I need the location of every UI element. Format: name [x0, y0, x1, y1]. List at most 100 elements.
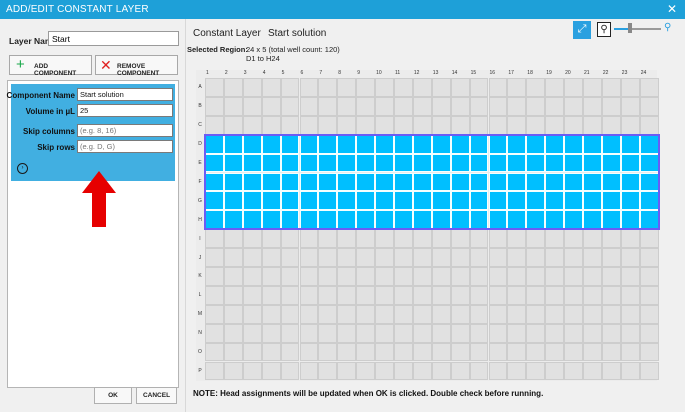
well-C23[interactable]	[620, 115, 640, 135]
well-P9[interactable]	[356, 361, 376, 381]
well-B4[interactable]	[261, 96, 281, 116]
well-I1[interactable]	[205, 229, 224, 249]
well-A14[interactable]	[450, 78, 470, 97]
well-P2[interactable]	[223, 361, 243, 381]
well-H17[interactable]	[507, 210, 527, 230]
well-I10[interactable]	[375, 229, 394, 249]
well-E14[interactable]	[450, 153, 470, 173]
well-B16[interactable]	[488, 96, 508, 116]
well-D17[interactable]	[507, 134, 527, 154]
well-A20[interactable]	[564, 78, 583, 97]
well-N24[interactable]	[639, 323, 659, 343]
well-B17[interactable]	[507, 96, 527, 116]
well-E22[interactable]	[601, 153, 621, 173]
well-M13[interactable]	[431, 304, 451, 324]
well-G20[interactable]	[564, 191, 583, 211]
well-M18[interactable]	[526, 304, 546, 324]
well-P21[interactable]	[583, 361, 602, 381]
expand-icon[interactable]: ⤢	[573, 21, 591, 39]
well-E16[interactable]	[488, 153, 508, 173]
well-E8[interactable]	[337, 153, 357, 173]
well-K3[interactable]	[242, 267, 262, 286]
well-G21[interactable]	[583, 191, 602, 211]
well-M14[interactable]	[450, 304, 470, 324]
well-H19[interactable]	[545, 210, 565, 230]
well-J23[interactable]	[620, 248, 640, 267]
well-C9[interactable]	[356, 115, 376, 135]
well-H24[interactable]	[639, 210, 659, 230]
well-D8[interactable]	[337, 134, 357, 154]
well-C20[interactable]	[564, 115, 583, 135]
well-F6[interactable]	[299, 172, 319, 192]
well-L15[interactable]	[469, 285, 489, 305]
well-C24[interactable]	[639, 115, 659, 135]
well-E23[interactable]	[620, 153, 640, 173]
add-component-button[interactable]: + ADD COMPONENT	[9, 55, 92, 77]
well-J16[interactable]	[488, 248, 508, 267]
well-G4[interactable]	[261, 191, 281, 211]
well-G9[interactable]	[356, 191, 376, 211]
well-I17[interactable]	[507, 229, 527, 249]
well-K19[interactable]	[545, 267, 565, 286]
well-D5[interactable]	[280, 134, 300, 154]
well-I8[interactable]	[337, 229, 357, 249]
well-C13[interactable]	[431, 115, 451, 135]
well-P24[interactable]	[639, 361, 659, 381]
zoom-in-icon[interactable]: ⚲	[664, 22, 671, 33]
well-L10[interactable]	[375, 285, 394, 305]
well-D14[interactable]	[450, 134, 470, 154]
well-P11[interactable]	[394, 361, 413, 381]
well-K8[interactable]	[337, 267, 357, 286]
well-P18[interactable]	[526, 361, 546, 381]
well-C14[interactable]	[450, 115, 470, 135]
well-F9[interactable]	[356, 172, 376, 192]
well-H21[interactable]	[583, 210, 602, 230]
well-A17[interactable]	[507, 78, 527, 97]
well-O11[interactable]	[394, 342, 413, 362]
well-H14[interactable]	[450, 210, 470, 230]
well-C8[interactable]	[337, 115, 357, 135]
well-P6[interactable]	[299, 361, 319, 381]
well-B2[interactable]	[223, 96, 243, 116]
well-N13[interactable]	[431, 323, 451, 343]
well-I4[interactable]	[261, 229, 281, 249]
well-N19[interactable]	[545, 323, 565, 343]
well-C5[interactable]	[280, 115, 300, 135]
well-D3[interactable]	[242, 134, 262, 154]
well-E15[interactable]	[469, 153, 489, 173]
well-E2[interactable]	[223, 153, 243, 173]
well-O10[interactable]	[375, 342, 394, 362]
well-H10[interactable]	[375, 210, 394, 230]
well-K7[interactable]	[318, 267, 338, 286]
well-B9[interactable]	[356, 96, 376, 116]
well-O13[interactable]	[431, 342, 451, 362]
well-K21[interactable]	[583, 267, 602, 286]
well-C2[interactable]	[223, 115, 243, 135]
well-B19[interactable]	[545, 96, 565, 116]
well-K20[interactable]	[564, 267, 583, 286]
well-D9[interactable]	[356, 134, 376, 154]
well-J24[interactable]	[639, 248, 659, 267]
well-O21[interactable]	[583, 342, 602, 362]
well-N15[interactable]	[469, 323, 489, 343]
well-H4[interactable]	[261, 210, 281, 230]
well-G24[interactable]	[639, 191, 659, 211]
well-N6[interactable]	[299, 323, 319, 343]
well-B18[interactable]	[526, 96, 546, 116]
well-A18[interactable]	[526, 78, 546, 97]
well-O24[interactable]	[639, 342, 659, 362]
well-M22[interactable]	[601, 304, 621, 324]
well-G12[interactable]	[412, 191, 432, 211]
well-L1[interactable]	[205, 285, 224, 305]
well-D16[interactable]	[488, 134, 508, 154]
well-O5[interactable]	[280, 342, 300, 362]
well-O7[interactable]	[318, 342, 338, 362]
well-M19[interactable]	[545, 304, 565, 324]
well-F2[interactable]	[223, 172, 243, 192]
well-P3[interactable]	[242, 361, 262, 381]
well-L18[interactable]	[526, 285, 546, 305]
well-E20[interactable]	[564, 153, 583, 173]
well-A12[interactable]	[412, 78, 432, 97]
well-A9[interactable]	[356, 78, 376, 97]
well-H16[interactable]	[488, 210, 508, 230]
